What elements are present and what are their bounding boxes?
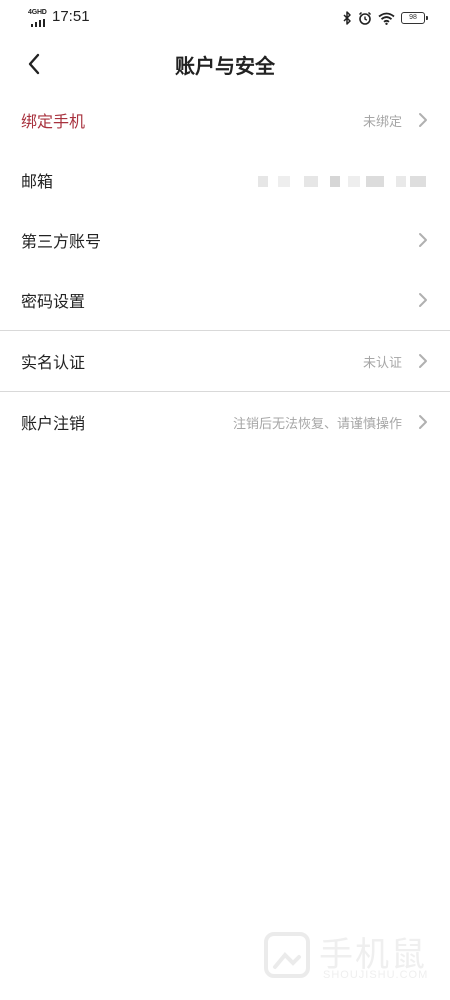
page-title: 账户与安全 (175, 54, 275, 78)
row-value: 注销后无法恢复、请谨慎操作 (232, 416, 402, 432)
row-label: 实名认证 (21, 353, 86, 372)
password-settings-row[interactable]: 密码设置 (0, 270, 450, 330)
battery-level: 98 (409, 14, 417, 21)
chevron-right-icon (419, 293, 427, 307)
row-value: 未认证 (362, 355, 402, 371)
battery-icon: 98 (401, 12, 428, 24)
nav-bar: 账户与安全 (0, 36, 450, 92)
watermark: 手机鼠 SHOUJISHU.COM (263, 925, 433, 989)
bluetooth-icon (343, 11, 351, 25)
row-label: 第三方账号 (21, 232, 102, 251)
third-party-account-row[interactable]: 第三方账号 (0, 210, 450, 270)
chevron-right-icon (419, 233, 427, 247)
row-label: 密码设置 (21, 292, 86, 311)
watermark-subtext: SHOUJISHU.COM (323, 969, 429, 981)
alarm-icon (358, 11, 372, 25)
settings-list: 绑定手机 未绑定 邮箱 第三方账号 密码设置 实名认证 未认证 账户注销 注销后… (0, 90, 450, 452)
status-time: 17:51 (52, 8, 90, 25)
chevron-right-icon (419, 354, 427, 368)
watermark-logo-icon (264, 932, 310, 978)
row-label: 绑定手机 (21, 112, 86, 131)
row-label: 账户注销 (21, 414, 86, 433)
account-deletion-row[interactable]: 账户注销 注销后无法恢复、请谨慎操作 (0, 392, 450, 452)
row-label: 邮箱 (21, 172, 54, 191)
chevron-right-icon (419, 415, 427, 429)
masked-email-value (258, 174, 428, 188)
wifi-icon (378, 12, 395, 25)
network-type: 4GHD (28, 9, 47, 16)
real-name-verification-row[interactable]: 实名认证 未认证 (0, 331, 450, 391)
status-bar: 4GHD 17:51 98 (0, 0, 450, 36)
row-value: 未绑定 (362, 114, 402, 130)
cellular-signal-icon: 4GHD (28, 9, 48, 27)
bind-phone-row[interactable]: 绑定手机 未绑定 (0, 90, 450, 150)
email-row[interactable]: 邮箱 (0, 150, 450, 210)
chevron-right-icon (419, 113, 427, 127)
